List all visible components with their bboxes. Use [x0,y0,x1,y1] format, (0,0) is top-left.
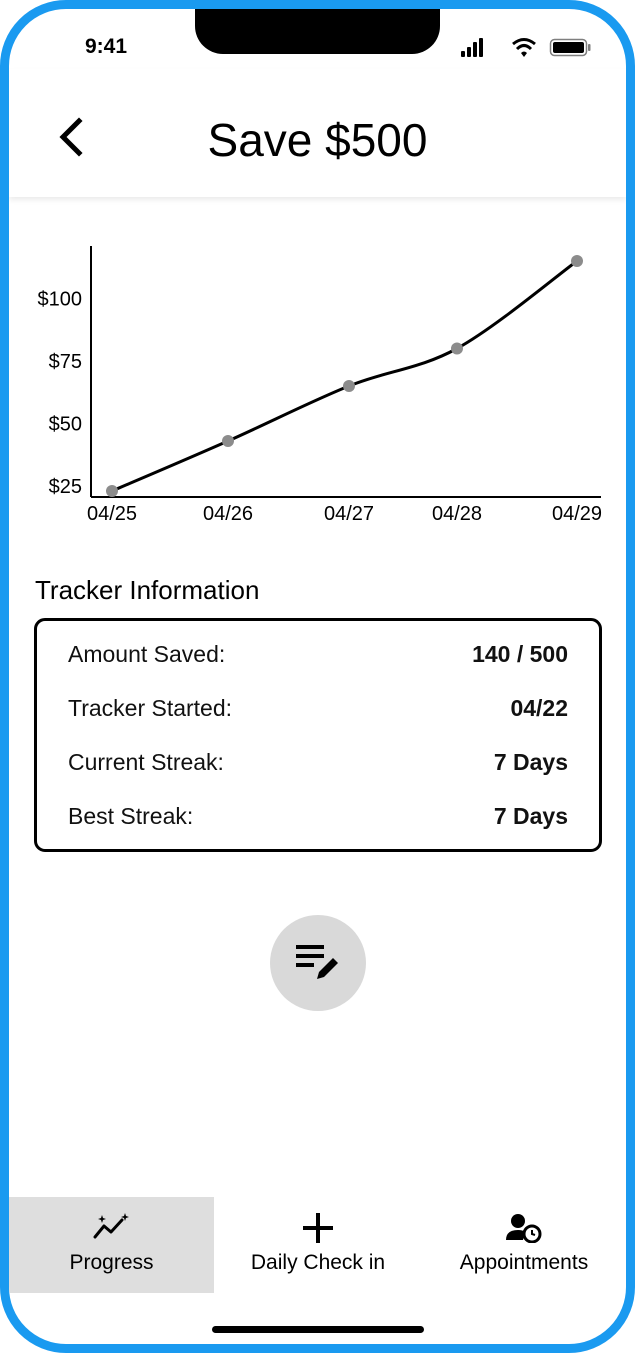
x-tick-label: 04/27 [324,503,374,525]
status-time: 9:41 [85,35,128,58]
signal-icon [461,38,483,57]
tracker-section-title: Tracker Information [35,575,260,605]
info-label: Current Streak: [68,749,224,775]
best-streak-row: Best Streak: 7 Days [68,803,568,833]
y-tick-label: $75 [49,351,82,373]
phone-frame: 9:41 Save $500 $25 $50 $75 $100 04/25 04… [0,0,635,1353]
tracker-info-card: Amount Saved: 140 / 500 Tracker Started:… [34,618,602,852]
series-line [111,259,578,493]
plus-icon [214,1213,422,1243]
x-tick-label: 04/26 [203,503,253,525]
x-tick-label: 04/25 [87,503,137,525]
tab-label: Appointments [459,1251,589,1274]
info-value: 7 Days [493,803,568,829]
tracker-started-row: Tracker Started: 04/22 [68,695,568,725]
battery-icon [549,38,591,57]
y-tick-label: $100 [38,289,83,311]
tab-appointments[interactable]: Appointments [422,1197,626,1293]
y-tick-label: $50 [49,414,82,436]
info-label: Tracker Started: [68,695,233,721]
info-label: Best Streak: [68,803,194,829]
info-value: 7 Days [493,749,568,775]
progress-chart-icon [9,1213,214,1243]
page-title: Save $500 [207,114,428,166]
bottom-tab-bar: Progress Daily Check in Appointments [9,1197,626,1293]
tab-label: Progress [69,1251,154,1274]
info-value: 04/22 [510,695,568,721]
data-point [343,380,355,392]
tab-progress[interactable]: Progress [9,1197,214,1293]
savings-line-chart: $25 $50 $75 $100 04/25 04/26 04/27 04/28 04/29 [38,246,602,525]
tab-daily-check-in[interactable]: Daily Check in [214,1197,422,1293]
data-point [106,485,118,497]
edit-entry-button[interactable] [270,915,366,1011]
x-tick-label: 04/29 [552,503,602,525]
data-point [451,342,463,355]
wifi-icon [512,38,536,57]
tab-label: Daily Check in [250,1251,386,1274]
home-indicator [212,1326,424,1333]
info-label: Amount Saved: [68,641,226,667]
current-streak-row: Current Streak: 7 Days [68,749,568,779]
amount-saved-row: Amount Saved: 140 / 500 [68,641,568,671]
person-clock-icon [422,1213,626,1244]
data-point [571,255,583,267]
info-value: 140 / 500 [472,641,568,667]
x-tick-label: 04/28 [432,503,482,525]
y-tick-label: $25 [49,476,82,498]
status-icons [461,37,591,64]
notch [195,9,440,54]
data-point [222,435,234,447]
edit-notes-icon [296,945,338,979]
header: Save $500 [9,69,626,197]
